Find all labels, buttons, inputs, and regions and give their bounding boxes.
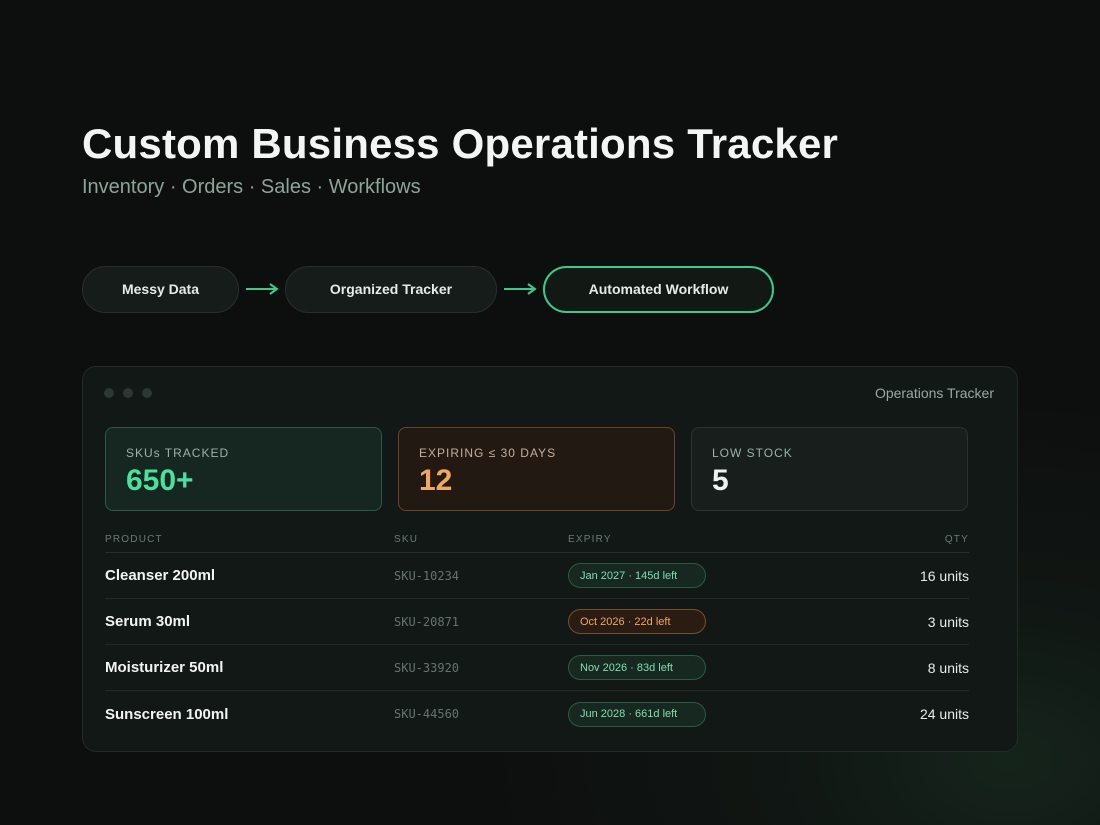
stat-label: SKUs TRACKED	[126, 446, 230, 460]
stat-card-low-stock: LOW STOCK 5	[691, 427, 968, 511]
stat-value: 650+	[126, 464, 194, 497]
page-subtitle: Inventory · Orders · Sales · Workflows	[82, 176, 421, 198]
workflow-steps: Messy Data Organized Tracker Automated W…	[82, 265, 774, 313]
column-header-sku[interactable]: SKU	[394, 533, 568, 552]
expiry-badge: Oct 2026 · 22d left	[568, 609, 706, 634]
flow-step-messy-data: Messy Data	[82, 265, 239, 313]
table-row[interactable]: Sunscreen 100ml SKU-44560 Jun 2028 · 661…	[105, 691, 969, 737]
flow-step-label: Organized Tracker	[329, 281, 453, 297]
column-header-qty[interactable]: QTY	[818, 533, 969, 552]
product-name: Serum 30ml	[105, 613, 191, 630]
stat-card-expiring: EXPIRING ≤ 30 DAYS 12	[398, 427, 675, 511]
table-row[interactable]: Cleanser 200ml SKU-10234 Jan 2027 · 145d…	[105, 553, 969, 599]
window-title: Operations Tracker	[874, 385, 994, 401]
expiry-badge: Jun 2028 · 661d left	[568, 701, 706, 727]
page-title: Custom Business Operations Tracker	[82, 120, 839, 167]
sku-code: SKU-10234	[394, 568, 460, 583]
table-row[interactable]: Moisturizer 50ml SKU-33920 Nov 2026 · 83…	[105, 645, 969, 691]
window-controls	[104, 388, 152, 398]
stat-label: LOW STOCK	[712, 446, 793, 460]
operations-tracker-window: Operations Tracker SKUs TRACKED 650+ EXP…	[82, 366, 1018, 752]
arrow-right-icon	[497, 283, 543, 295]
stat-label: EXPIRING ≤ 30 DAYS	[419, 446, 557, 460]
column-header-product[interactable]: PRODUCT	[105, 533, 394, 552]
expiry-badge: Nov 2026 · 83d left	[568, 655, 706, 680]
product-name: Cleanser 200ml	[105, 567, 216, 584]
expiry-badge: Jan 2027 · 145d left	[568, 563, 706, 588]
window-dot-icon[interactable]	[104, 388, 114, 398]
window-dot-icon[interactable]	[123, 388, 133, 398]
table-header: PRODUCT SKU EXPIRY QTY	[105, 533, 969, 553]
window-dot-icon[interactable]	[142, 388, 152, 398]
arrow-right-icon	[239, 283, 285, 295]
product-name: Moisturizer 50ml	[105, 659, 224, 676]
flow-step-label: Automated Workflow	[588, 281, 729, 297]
quantity: 24 units	[919, 706, 969, 722]
quantity: 16 units	[919, 567, 969, 584]
product-name: Sunscreen 100ml	[105, 705, 229, 723]
quantity: 8 units	[927, 659, 969, 676]
sku-code: SKU-33920	[394, 660, 460, 675]
sku-code: SKU-20871	[394, 614, 460, 629]
sku-code: SKU-44560	[394, 707, 460, 721]
stat-card-skus-tracked: SKUs TRACKED 650+	[105, 427, 382, 511]
table-row[interactable]: Serum 30ml SKU-20871 Oct 2026 · 22d left…	[105, 599, 969, 645]
quantity: 3 units	[927, 613, 969, 630]
column-header-expiry[interactable]: EXPIRY	[568, 533, 818, 552]
stat-value: 12	[419, 464, 453, 497]
flow-step-organized-tracker: Organized Tracker	[285, 265, 497, 313]
inventory-table: PRODUCT SKU EXPIRY QTY Cleanser 200ml SK…	[105, 533, 969, 737]
stat-value: 5	[712, 464, 729, 497]
flow-step-label: Messy Data	[121, 281, 200, 297]
flow-step-automated-workflow: Automated Workflow	[543, 265, 774, 313]
